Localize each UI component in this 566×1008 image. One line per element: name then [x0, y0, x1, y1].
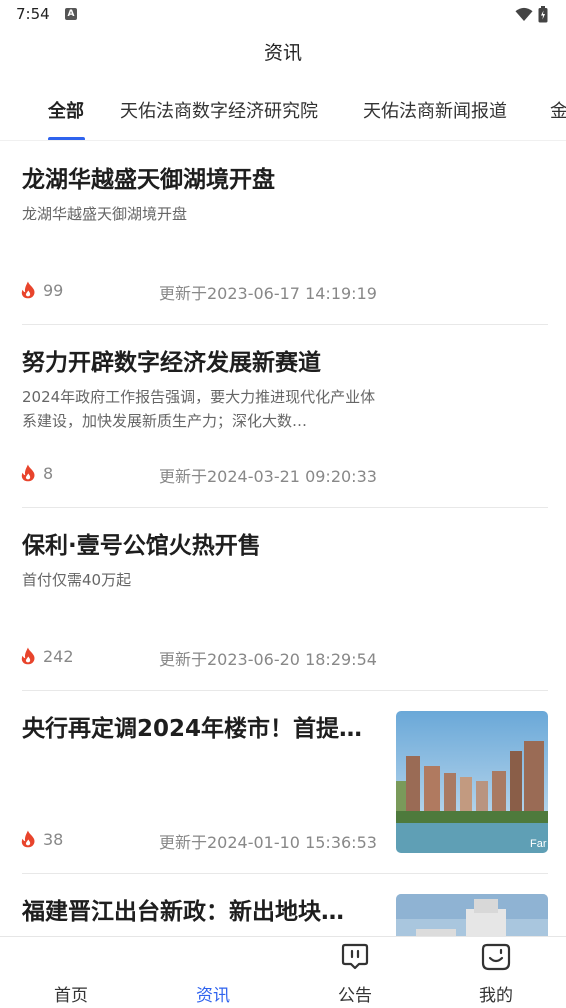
article-summary: 首付仅需40万起 [22, 571, 132, 589]
updated-time: 更新于2024-01-10 15:36:53 [159, 833, 377, 852]
updated-time: 更新于2023-06-17 14:19:19 [159, 284, 377, 303]
article-list[interactable]: 龙湖华越盛天御湖境开盘 龙湖华越盛天御湖境开盘 99 更新于2023-06-17… [0, 142, 566, 936]
nav-home[interactable]: 首页 [21, 937, 121, 1008]
battery-icon [538, 5, 548, 22]
wifi-icon [515, 7, 533, 21]
view-count: 242 [43, 646, 74, 666]
category-tabs: 全部 天佑法商数字经济研究院 天佑法商新闻报道 金 [0, 85, 566, 141]
article-meta: 8 [20, 461, 53, 485]
article-title: 福建晋江出台新政：新出地块… [22, 899, 344, 925]
updated-time: 更新于2024-03-21 09:20:33 [159, 467, 377, 486]
status-bar: 7:54 A [0, 0, 566, 30]
view-count: 8 [43, 463, 54, 483]
tab-more[interactable]: 金 [550, 97, 566, 123]
article-summary: 2024年政府工作报告强调，要大力推进现代化产业体系建设，加快发展新质生产力；深… [22, 388, 376, 430]
article-item[interactable]: 福建晋江出台新政：新出地块… [0, 874, 566, 936]
tab-digital-economy-institute[interactable]: 天佑法商数字经济研究院 [120, 97, 318, 123]
article-item[interactable]: 保利·壹号公馆火热开售 首付仅需40万起 242 更新于2023-06-20 1… [0, 508, 566, 691]
nav-announcements[interactable]: 公告 [305, 937, 405, 1008]
article-meta: 99 [20, 278, 63, 302]
nav-news-label: 资讯 [196, 986, 230, 1006]
nav-profile[interactable]: 我的 [446, 937, 546, 1008]
tab-indicator [48, 137, 85, 140]
fire-icon [21, 647, 35, 665]
view-count: 38 [43, 829, 64, 849]
article-title: 保利·壹号公馆火热开售 [22, 533, 261, 559]
nav-news[interactable]: 资讯 [163, 937, 263, 1008]
article-item[interactable]: 努力开辟数字经济发展新赛道 2024年政府工作报告强调，要大力推进现代化产业体系… [0, 325, 566, 508]
profile-icon [481, 943, 511, 971]
article-meta: 242 [20, 644, 74, 668]
nav-home-label: 首页 [54, 986, 88, 1006]
view-count: 99 [43, 280, 64, 300]
news-icon [201, 945, 225, 969]
thumbnail-caption: Far [530, 838, 547, 850]
fire-icon [21, 830, 35, 848]
article-item[interactable]: 央行再定调2024年楼市！首提… Far 38 更新于2024-01-10 15… [0, 691, 566, 874]
status-icons [515, 5, 548, 22]
status-time: 7:54 [16, 5, 50, 23]
article-thumbnail: Far [396, 711, 548, 853]
fire-icon [21, 281, 35, 299]
article-item[interactable]: 龙湖华越盛天御湖境开盘 龙湖华越盛天御湖境开盘 99 更新于2023-06-17… [0, 142, 566, 325]
tab-news-reports[interactable]: 天佑法商新闻报道 [363, 97, 507, 123]
article-summary: 龙湖华越盛天御湖境开盘 [22, 205, 188, 223]
nav-announcements-label: 公告 [338, 986, 372, 1006]
fire-icon [21, 464, 35, 482]
article-title: 龙湖华越盛天御湖境开盘 [22, 167, 275, 193]
bottom-nav: 首页 资讯 公告 我的 [0, 936, 566, 1008]
home-icon [59, 945, 83, 969]
article-title: 央行再定调2024年楼市！首提… [22, 716, 363, 742]
nav-profile-label: 我的 [479, 986, 513, 1006]
article-thumbnail [396, 894, 548, 936]
app-header: 资讯 [0, 30, 566, 78]
updated-time: 更新于2023-06-20 18:29:54 [159, 650, 377, 669]
announcement-icon [341, 943, 369, 970]
article-meta: 38 [20, 827, 63, 851]
tab-all[interactable]: 全部 [48, 97, 84, 123]
notification-icon: A [65, 8, 77, 20]
page-title: 资讯 [263, 42, 302, 64]
article-title: 努力开辟数字经济发展新赛道 [22, 350, 321, 376]
